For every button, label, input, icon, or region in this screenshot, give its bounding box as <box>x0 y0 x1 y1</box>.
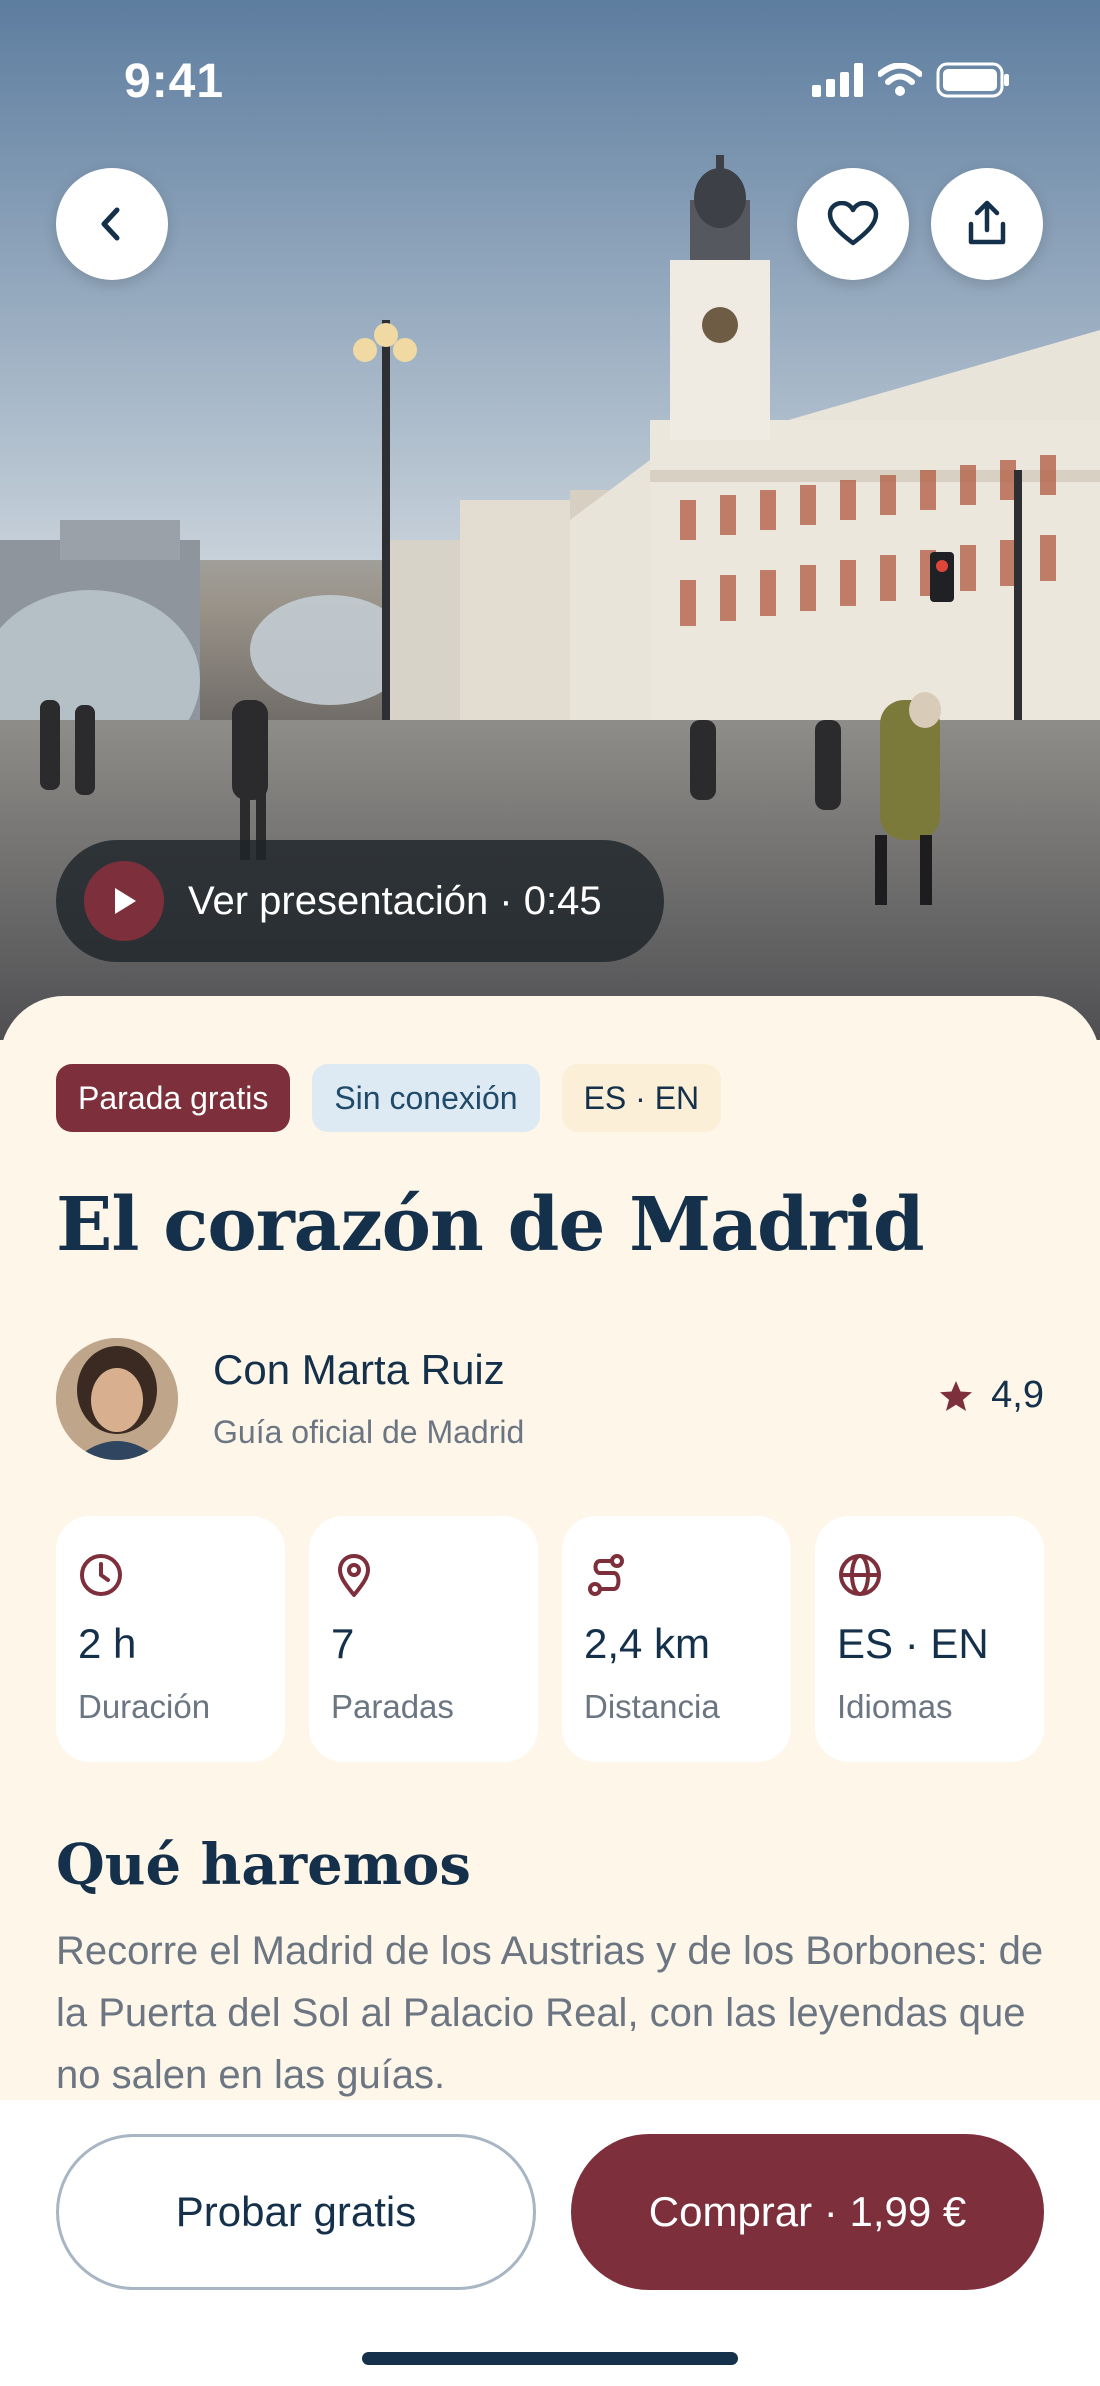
stat-stops-label: Paradas <box>331 1688 454 1725</box>
globe-icon <box>839 1554 881 1596</box>
tour-title: El corazón de Madrid <box>56 1182 925 1268</box>
try-free-button[interactable]: Probar gratis <box>56 2134 536 2290</box>
signal-icon <box>812 63 863 97</box>
tag-list: Parada gratis Sin conexión ES · EN <box>56 1064 722 1132</box>
star-icon <box>940 1380 973 1411</box>
share-button[interactable] <box>931 168 1043 280</box>
heart-icon <box>827 201 879 246</box>
hero-image: 9:41 Ver presentación · 0:45 <box>0 0 1100 1040</box>
guide-avatar <box>56 1338 178 1460</box>
stat-languages-value: ES · EN <box>837 1620 989 1667</box>
tour-detail-sheet: Parada gratis Sin conexión ES · EN El co… <box>0 996 1100 2116</box>
route-icon <box>588 1554 624 1596</box>
stat-stops-value: 7 <box>331 1620 355 1667</box>
bottom-action-bar: Probar gratis Comprar · 1,99 € <box>0 2100 1100 2386</box>
stat-languages-label: Idiomas <box>837 1688 953 1725</box>
video-preview-label: Ver presentación · 0:45 <box>188 878 602 923</box>
wifi-icon <box>878 63 922 96</box>
clock-icon <box>80 1554 122 1596</box>
about-title: Qué haremos <box>56 1832 471 1898</box>
stat-distance-label: Distancia <box>584 1688 720 1725</box>
stat-distance-value: 2,4 km <box>584 1620 711 1667</box>
chevron-left-icon <box>101 207 120 241</box>
home-indicator <box>362 2352 738 2365</box>
back-button[interactable] <box>56 168 168 280</box>
buy-button[interactable]: Comprar · 1,99 € <box>571 2134 1044 2290</box>
share-icon <box>968 200 1006 245</box>
favorite-button[interactable] <box>797 168 909 280</box>
battery-icon <box>936 62 1009 98</box>
map-pin-icon <box>338 1554 370 1597</box>
play-icon <box>84 861 164 941</box>
tag-languages: ES · EN <box>561 1064 722 1132</box>
guide-row[interactable]: Con Marta Ruiz Guía oficial de Madrid 4,… <box>56 1338 1044 1462</box>
stat-stops: 7 Paradas <box>309 1516 538 1762</box>
video-preview-button[interactable]: Ver presentación · 0:45 <box>56 840 664 962</box>
guide-role: Guía oficial de Madrid <box>213 1414 525 1450</box>
stat-duration-value: 2 h <box>78 1620 137 1667</box>
stat-distance: 2,4 km Distancia <box>562 1516 791 1762</box>
status-bar: 9:41 <box>0 0 1100 160</box>
guide-name: Con Marta Ruiz <box>213 1346 505 1393</box>
stat-duration: 2 h Duración <box>56 1516 285 1762</box>
rating-value: 4,9 <box>991 1374 1044 1416</box>
stats-row: 2 h Duración 7 Paradas 2,4 km Distancia <box>56 1516 1044 1762</box>
tag-offline: Sin conexión <box>312 1064 540 1132</box>
stat-duration-label: Duración <box>78 1688 211 1725</box>
stat-languages: ES · EN Idiomas <box>815 1516 1044 1762</box>
tag-free-stop: Parada gratis <box>56 1064 291 1132</box>
status-time: 9:41 <box>124 55 225 108</box>
rating: 4,9 <box>939 1374 1044 1417</box>
about-text: Recorre el Madrid de los Austrias y de l… <box>56 1929 1044 2097</box>
